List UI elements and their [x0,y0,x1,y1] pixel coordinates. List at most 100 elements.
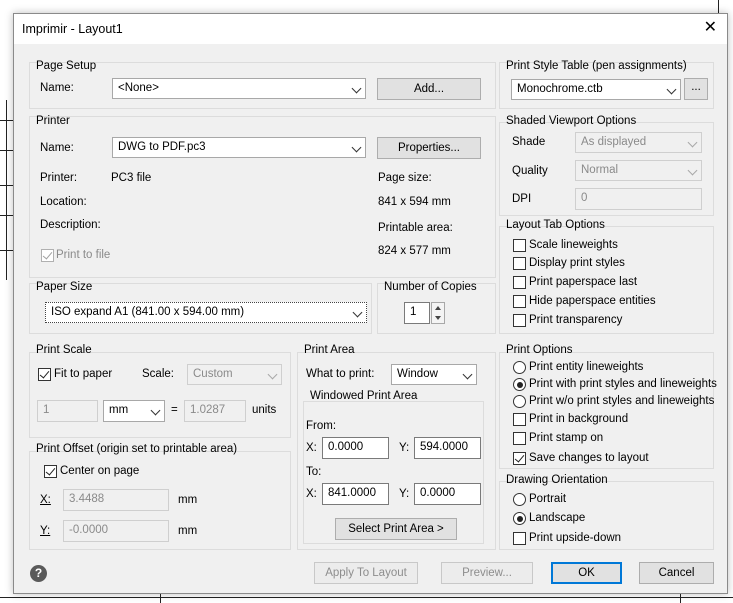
upside-down-label: Print upside-down [529,532,622,544]
what-to-print-select[interactable]: Window [391,364,477,385]
offset-y-unit: mm [178,525,198,537]
title-bar: Imprimir - Layout1 ✕ [14,14,727,44]
save-changes-checkbox[interactable] [513,452,526,465]
print-in-background-label: Print in background [529,413,629,425]
hide-paperspace-entities-label: Hide paperspace entities [529,295,656,307]
print-offset-legend: Print Offset (origin set to printable ar… [36,443,238,455]
what-to-print-value: Window [397,368,438,380]
from-x-input[interactable]: 0.0000 [322,437,389,459]
copies-input[interactable]: 1 [404,302,430,324]
arrow-down-icon[interactable] [432,313,444,323]
ok-button[interactable]: OK [551,562,622,584]
print-in-background-checkbox[interactable] [513,413,526,426]
location-label: Location: [40,196,87,208]
scale-value-2-input[interactable]: 1.0287 [184,400,246,422]
print-without-styles-radio[interactable] [513,395,526,408]
landscape-radio[interactable] [513,512,526,525]
style-table-select[interactable]: Monochrome.ctb [511,79,681,100]
print-transparency-label: Print transparency [529,314,623,326]
printer-properties-button[interactable]: Properties... [377,137,481,159]
print-stamp-checkbox[interactable] [513,432,526,445]
shade-value: As displayed [581,136,647,148]
from-x-label: X: [306,442,317,454]
paper-size-value: ISO expand A1 (841.00 x 594.00 mm) [51,306,245,318]
page-setup-name-value: <None> [118,82,159,94]
scale-unit-value: mm [109,404,129,416]
windowed-area-legend: Windowed Print Area [310,390,418,402]
print-with-styles-radio[interactable] [513,378,526,391]
portrait-radio[interactable] [513,493,526,506]
style-table-legend: Print Style Table (pen assignments) [506,60,687,72]
fit-to-paper-checkbox[interactable] [38,368,51,381]
offset-x-unit: mm [178,494,198,506]
dpi-label: DPI [512,193,532,205]
chevron-down-icon [687,137,698,148]
scale-equals: = [171,404,178,416]
chevron-down-icon [666,84,677,95]
shade-select[interactable]: As displayed [575,132,702,153]
center-on-page-checkbox[interactable] [44,465,57,478]
scale-value-1-input[interactable]: 1 [37,400,98,422]
help-icon[interactable]: ? [30,565,47,582]
scale-value: Custom [193,368,233,380]
print-to-file-checkbox[interactable] [41,249,54,262]
cancel-button[interactable]: Cancel [639,562,714,584]
select-print-area-button[interactable]: Select Print Area > [335,518,457,540]
chevron-down-icon [351,142,362,153]
scale-lineweights-checkbox[interactable] [513,239,526,252]
to-x-label: X: [306,488,317,500]
scale-units-label: units [252,404,277,416]
edit-style-table-button[interactable]: ... [684,78,708,100]
printer-name-value: DWG to PDF.pc3 [118,141,206,153]
print-with-styles-label: Print with print styles and lineweights [529,378,717,390]
display-print-styles-checkbox[interactable] [513,257,526,270]
chevron-down-icon [687,165,698,176]
paper-size-select[interactable]: ISO expand A1 (841.00 x 594.00 mm) [45,302,367,323]
from-y-label: Y: [399,442,410,454]
quality-value: Normal [581,164,619,176]
print-to-file-label: Print to file [56,249,111,261]
printer-label: Printer: [40,172,78,184]
apply-to-layout-button[interactable]: Apply To Layout [314,562,418,584]
print-paperspace-last-checkbox[interactable] [513,276,526,289]
printer-name-select[interactable]: DWG to PDF.pc3 [112,137,366,158]
print-scale-legend: Print Scale [36,344,92,356]
print-area-legend: Print Area [304,344,355,356]
dpi-input[interactable]: 0 [575,188,702,210]
add-page-setup-button[interactable]: Add... [377,78,481,100]
to-x-input[interactable]: 841.0000 [322,483,389,505]
offset-y-input[interactable]: -0.0000 [63,520,169,542]
upside-down-checkbox[interactable] [513,532,526,545]
shade-label: Shade [512,136,546,148]
landscape-label: Landscape [529,512,586,524]
close-icon[interactable]: ✕ [704,20,717,36]
print-transparency-checkbox[interactable] [513,314,526,327]
chevron-down-icon [267,369,278,380]
chevron-down-icon [351,83,362,94]
scale-select[interactable]: Custom [187,364,282,385]
printer-value: PC3 file [111,172,152,184]
offset-x-label: X: [40,494,51,506]
offset-y-label: Y: [40,525,51,537]
page-setup-name-select[interactable]: <None> [112,78,366,99]
save-changes-label: Save changes to layout [529,452,649,464]
print-entity-lineweights-radio[interactable] [513,361,526,374]
print-without-styles-label: Print w/o print styles and lineweights [529,395,715,407]
preview-button[interactable]: Preview... [441,562,533,584]
scale-unit-select[interactable]: mm [103,400,165,422]
print-entity-lineweights-label: Print entity lineweights [529,361,644,373]
to-y-label: Y: [399,488,410,500]
offset-x-input[interactable]: 3.4488 [63,489,169,511]
quality-select[interactable]: Normal [575,160,702,181]
quality-label: Quality [512,165,548,177]
to-label: To: [306,466,322,478]
copies-legend: Number of Copies [384,281,477,293]
arrow-up-icon[interactable] [432,303,444,313]
hide-paperspace-entities-checkbox[interactable] [513,295,526,308]
from-y-input[interactable]: 594.0000 [414,437,481,459]
printable-area-label: Printable area: [378,222,453,234]
display-print-styles-label: Display print styles [529,257,625,269]
scale-label: Scale: [142,368,174,380]
copies-spinner[interactable] [431,302,445,324]
to-y-input[interactable]: 0.0000 [414,483,481,505]
